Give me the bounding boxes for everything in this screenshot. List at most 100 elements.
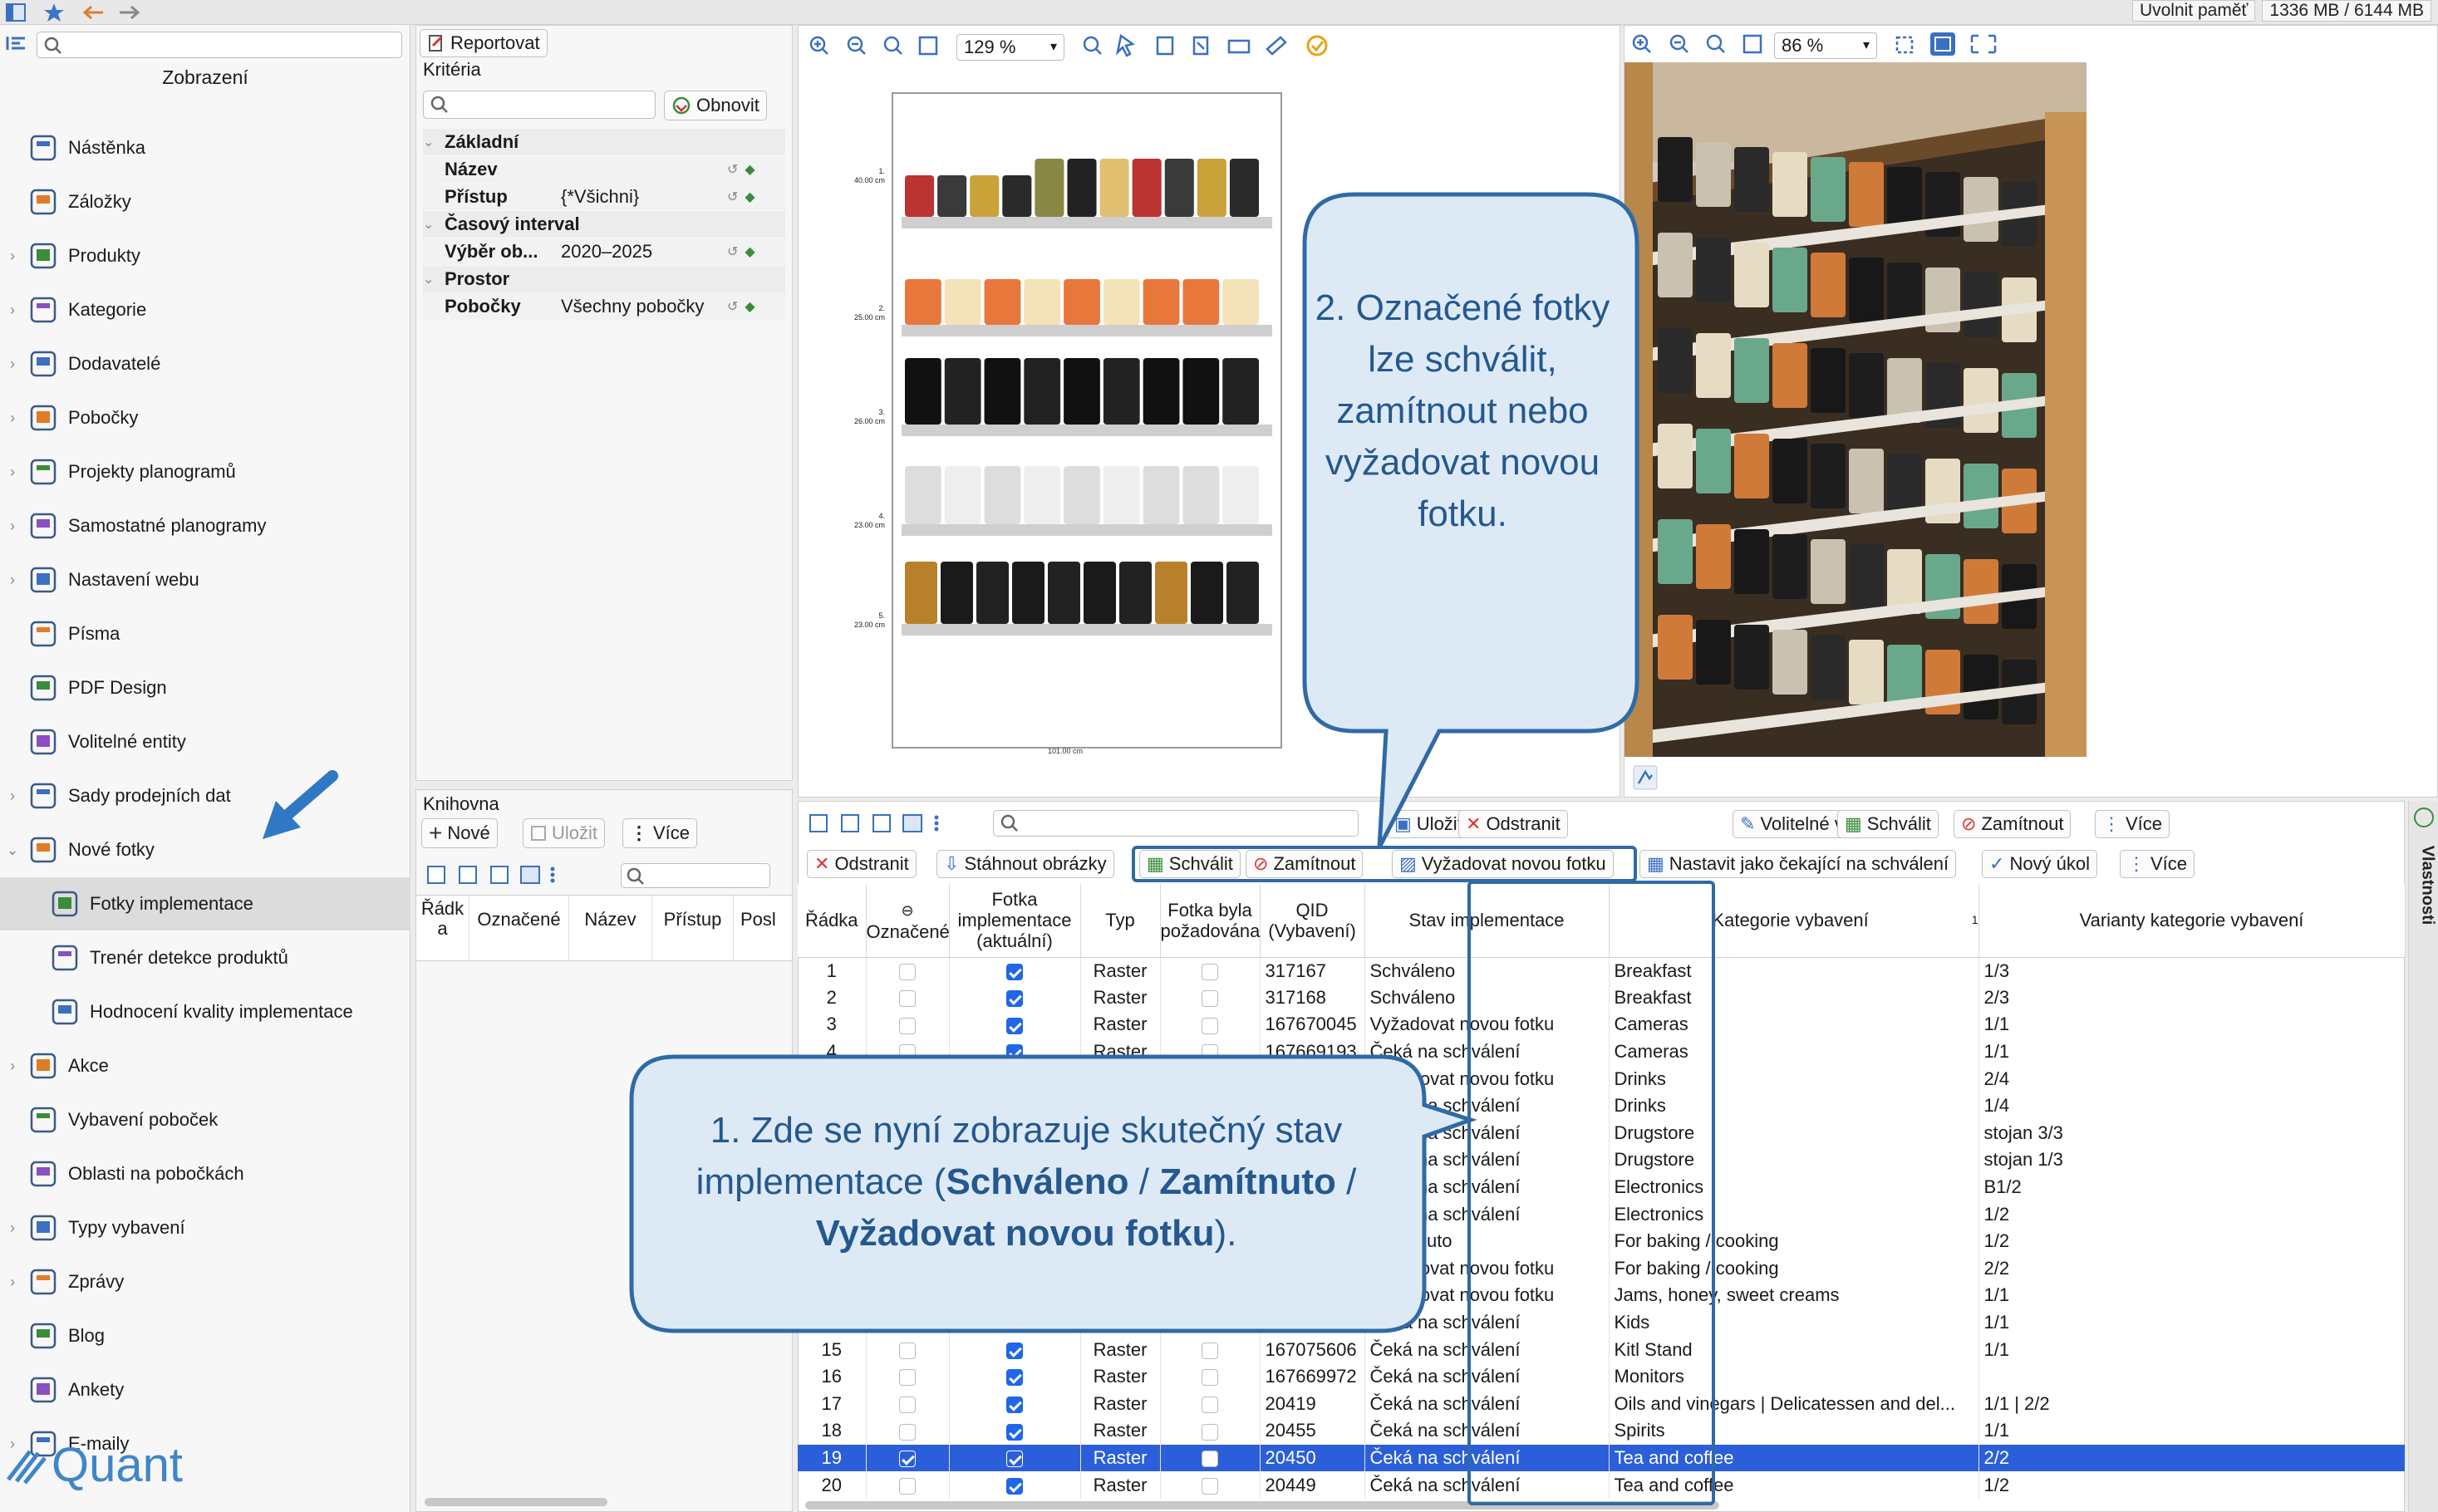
library-save-button[interactable]: Uložit	[523, 818, 606, 848]
marked-cell[interactable]	[866, 1417, 950, 1445]
planogram-product[interactable]	[1067, 159, 1097, 217]
planogram-product[interactable]	[1132, 159, 1162, 217]
requested-checkbox[interactable]	[1202, 1017, 1218, 1034]
library-col-name[interactable]: Název	[569, 896, 652, 960]
photo-cell[interactable]	[949, 1417, 1081, 1445]
photo-zoom-icons[interactable]	[1631, 32, 1781, 57]
requested-cell[interactable]	[1160, 1444, 1261, 1472]
chevron-right-icon[interactable]: ›	[0, 248, 25, 265]
nav-item[interactable]: Blog	[0, 1309, 410, 1362]
photo-checkbox[interactable]	[1006, 1342, 1023, 1359]
planogram-product[interactable]	[944, 279, 981, 325]
planogram-drawing[interactable]	[893, 94, 1280, 747]
nav-item[interactable]: PDF Design	[0, 661, 410, 714]
requested-cell[interactable]	[1160, 957, 1261, 984]
marked-checkbox[interactable]	[899, 1369, 916, 1387]
photo-cell[interactable]	[949, 957, 1081, 984]
nav-item[interactable]: ⌄ Nové fotky	[0, 823, 410, 876]
photo-cell[interactable]	[949, 1444, 1081, 1472]
column-header[interactable]: Typ	[1080, 884, 1161, 958]
planogram-product[interactable]	[984, 279, 1021, 325]
planogram-product[interactable]	[970, 175, 1000, 217]
library-col-row[interactable]: Řádk a	[416, 896, 469, 960]
nav-item[interactable]: › Produkty	[0, 229, 410, 282]
planogram-product[interactable]	[1226, 562, 1259, 624]
photo-cell[interactable]	[949, 1011, 1081, 1038]
toolbar-button[interactable]: ⋮ Více	[2120, 850, 2195, 878]
planogram-product[interactable]	[1222, 358, 1259, 425]
planogram-product[interactable]	[1084, 562, 1116, 624]
nav-item[interactable]: › Sady prodejních dat	[0, 769, 410, 822]
marked-cell[interactable]	[866, 1390, 950, 1418]
nav-item[interactable]: › Nastavení webu	[0, 553, 410, 606]
planogram-product[interactable]	[984, 358, 1021, 425]
toolbar-button[interactable]: ⊘ Zamítnout	[1954, 810, 2072, 838]
planogram-zoom-select[interactable]: 129 % ▾	[956, 34, 1064, 61]
planogram-product[interactable]	[1024, 466, 1061, 524]
planogram-product[interactable]	[1035, 159, 1064, 217]
photo-zoom-select[interactable]: 86 % ▾	[1774, 32, 1877, 59]
reset-icon[interactable]: ↺	[727, 161, 738, 178]
nav-menu-icon[interactable]	[5, 33, 30, 53]
planogram-product[interactable]	[1103, 279, 1140, 325]
planogram-product[interactable]	[1064, 358, 1100, 425]
toolbar-button[interactable]: ⇩ Stáhnout obrázky	[936, 850, 1114, 878]
planogram-product[interactable]	[944, 466, 981, 524]
toolbar-button[interactable]: ✕ Odstranit	[807, 850, 917, 878]
photo-checkbox[interactable]	[1006, 990, 1023, 1008]
chevron-down-icon[interactable]: ⌄	[0, 842, 25, 859]
photo-cell[interactable]	[949, 1471, 1081, 1499]
nav-item[interactable]: › Projekty planogramů	[0, 445, 410, 498]
planogram-product[interactable]	[984, 466, 1021, 524]
nav-item[interactable]: Vybavení poboček	[0, 1093, 410, 1146]
report-button[interactable]: Reportovat	[420, 29, 548, 57]
toolbar-button[interactable]: ✓ Nový úkol	[1982, 850, 2098, 878]
column-header[interactable]: QID (Vybavení)	[1260, 884, 1365, 958]
column-header[interactable]: Varianty kategorie vybavení	[1978, 884, 2406, 958]
nav-item[interactable]: Ankety	[0, 1363, 410, 1416]
requested-cell[interactable]	[1160, 1417, 1261, 1445]
chevron-right-icon[interactable]: ›	[0, 410, 25, 427]
requested-cell[interactable]	[1160, 984, 1261, 1012]
filter-icon[interactable]: ◆	[745, 189, 755, 205]
forward-arrow-icon[interactable]	[118, 3, 141, 22]
marked-cell[interactable]	[866, 1336, 950, 1363]
column-header[interactable]: Řádka	[798, 884, 867, 958]
planogram-product[interactable]	[941, 562, 973, 624]
marked-checkbox[interactable]	[899, 1423, 916, 1441]
toolbar-button[interactable]: ▦ Nastavit jako čekající na schválení	[1639, 850, 1957, 878]
marked-cell[interactable]	[866, 1471, 950, 1499]
nav-item[interactable]: Hodnocení kvality implementace	[0, 985, 410, 1038]
planogram-product[interactable]	[1064, 466, 1100, 524]
library-col-access[interactable]: Přístup	[652, 896, 734, 960]
planogram-product[interactable]	[1191, 562, 1223, 624]
column-header[interactable]: ⊖ Označené	[866, 884, 950, 958]
marked-checkbox[interactable]	[899, 1017, 916, 1034]
requested-cell[interactable]	[1160, 1362, 1261, 1391]
nav-item[interactable]: Volitelné entity	[0, 715, 410, 768]
nav-item[interactable]: Písma	[0, 607, 410, 660]
chevron-right-icon[interactable]: ›	[0, 356, 25, 373]
toolbar-button[interactable]: ▦ Schválit	[1837, 810, 1939, 838]
chevron-right-icon[interactable]: ›	[0, 302, 25, 319]
planogram-product[interactable]	[1099, 159, 1129, 217]
nav-item[interactable]: › Samostatné planogramy	[0, 499, 410, 552]
planogram-product[interactable]	[1103, 466, 1140, 524]
photo-cell[interactable]	[949, 984, 1081, 1012]
library-col-last[interactable]: Posl	[734, 896, 792, 960]
photo-checkbox[interactable]	[1006, 1423, 1023, 1441]
nav-search-input[interactable]	[37, 32, 402, 58]
free-memory-button[interactable]: Uvolnit paměť	[2131, 0, 2256, 22]
refresh-button[interactable]: Obnovit	[664, 91, 767, 120]
planogram-product[interactable]	[1222, 279, 1259, 325]
toolbar-button[interactable]: ⋮ Více	[2095, 810, 2170, 838]
chevron-right-icon[interactable]: ›	[0, 464, 25, 481]
requested-checkbox[interactable]	[1202, 1342, 1218, 1359]
marked-checkbox[interactable]	[899, 1451, 916, 1468]
star-icon[interactable]	[43, 2, 65, 23]
criteria-group[interactable]: ⌄ Časový interval	[423, 211, 785, 238]
planogram-product[interactable]	[937, 175, 967, 217]
planogram-product[interactable]	[905, 175, 935, 217]
planogram-product[interactable]	[1155, 562, 1187, 624]
reset-icon[interactable]: ↺	[727, 243, 738, 260]
